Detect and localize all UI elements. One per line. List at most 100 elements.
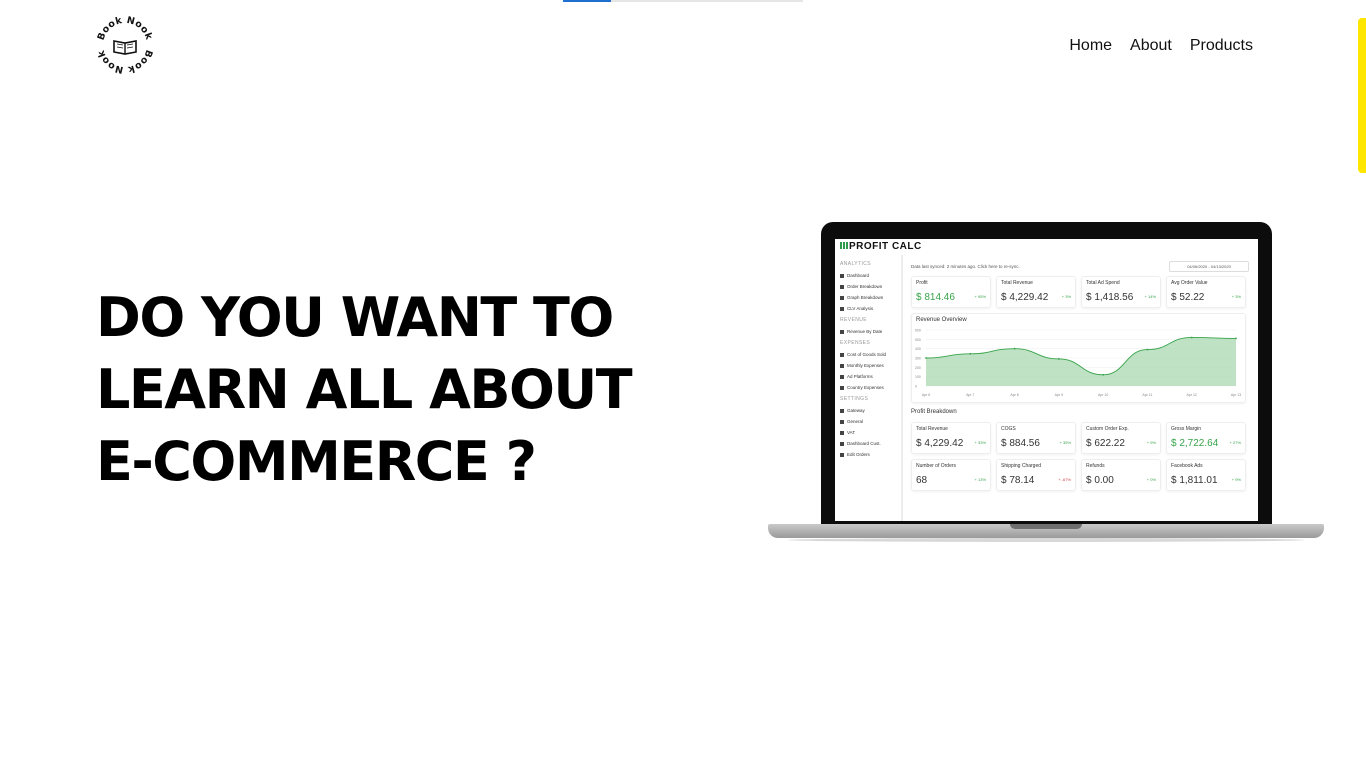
- metric-delta: + 14%: [1144, 294, 1156, 299]
- sidebar-item[interactable]: CLV Analysis: [840, 306, 901, 311]
- metric-value: $ 2,722.64: [1171, 438, 1219, 449]
- metric-label: Refunds: [1086, 463, 1105, 469]
- sidebar-item[interactable]: Graph Breakdown: [840, 295, 901, 300]
- revenue-point: [1057, 358, 1060, 360]
- dashboard-screenshot: PROFIT CALC ANALYTICS Dashboard Order Brea…: [835, 239, 1258, 521]
- metric-value: $ 78.14: [1001, 475, 1035, 486]
- metric-card: Number of Orders 68 + 13%: [911, 459, 991, 491]
- metric-delta: + 27%: [1229, 440, 1241, 445]
- menu-item-icon: [840, 273, 844, 278]
- menu-item-icon: [840, 385, 844, 390]
- revenue-point: [1102, 373, 1105, 376]
- nav-home-link[interactable]: Home: [1069, 37, 1112, 55]
- sidebar-item[interactable]: Country Expenses: [840, 385, 901, 390]
- menu-item-icon: [840, 306, 844, 311]
- metric-label: Number of Orders: [916, 463, 957, 469]
- revenue-point: [1235, 337, 1237, 340]
- profit-breakdown-title: Profit Breakdown: [911, 409, 957, 415]
- metric-value: $ 622.22: [1086, 438, 1125, 449]
- nav-about-link[interactable]: About: [1130, 37, 1172, 55]
- menu-item-icon: [840, 430, 844, 435]
- sidebar-item[interactable]: Order Breakdown: [840, 284, 901, 289]
- sidebar-item[interactable]: Dashboard: [840, 273, 901, 278]
- revenue-point: [1013, 347, 1016, 350]
- laptop-notch: [1010, 524, 1082, 529]
- sidebar-section-heading: EXPENSES: [840, 340, 901, 346]
- menu-item-icon: [840, 329, 844, 334]
- sidebar-label: Gateway: [847, 408, 865, 413]
- nav-products-link[interactable]: Products: [1190, 37, 1253, 55]
- x-tick-label: Apr 9: [1055, 393, 1063, 397]
- sidebar-item[interactable]: Cost of Goods Sold: [840, 352, 901, 357]
- sidebar-label: SETTINGS: [840, 396, 869, 402]
- sidebar-item[interactable]: Edit Orders: [840, 452, 901, 457]
- bar-chart-icon: [840, 242, 848, 249]
- revenue-point: [925, 357, 927, 359]
- x-tick-label: Apr 11: [1142, 393, 1152, 397]
- x-tick-label: Apr 13: [1231, 393, 1241, 397]
- svg-text:Book Nook: Book Nook: [96, 16, 154, 42]
- metric-label: Facebook Ads: [1171, 463, 1203, 469]
- sidebar-item[interactable]: Monthly Expenses: [840, 363, 901, 368]
- sidebar-label: VAT: [847, 430, 856, 435]
- metric-card: Total Revenue $ 4,229.42 + 33%: [911, 422, 991, 454]
- breakdown-cards-row-1: Total Revenue $ 4,229.42 + 33% COGS $ 884.56…: [911, 422, 1251, 454]
- menu-item-icon: [840, 284, 844, 289]
- x-tick-label: Apr 8: [1010, 393, 1018, 397]
- sidebar-label: Cost of Goods Sold: [847, 352, 887, 357]
- menu-item-icon: [840, 374, 844, 379]
- sidebar-item[interactable]: General: [840, 419, 901, 424]
- laptop-base: [768, 524, 1324, 538]
- y-tick-label: 100: [915, 375, 921, 379]
- metric-card: COGS $ 884.56 + 35%: [996, 422, 1076, 454]
- main-nav: Home About Products: [1069, 37, 1253, 55]
- metric-label: Total Revenue: [1001, 280, 1033, 286]
- scroll-indicator[interactable]: [1358, 18, 1366, 173]
- metric-card: Shipping Charged $ 78.14 + -67%: [996, 459, 1076, 491]
- sidebar-item[interactable]: Revenue By Date: [840, 329, 901, 334]
- metric-card: Total Revenue $ 4,229.42 + 3%: [996, 276, 1076, 308]
- sidebar-item[interactable]: Dashboard Cust.: [840, 441, 901, 446]
- kpi-cards: Profit $ 814.46 + 95% Total Revenue $ 4,229.…: [911, 276, 1251, 308]
- date-range-picker: 04/06/2020 - 04/13/2020: [1169, 261, 1249, 272]
- sidebar-label: Revenue By Date: [847, 329, 883, 334]
- sidebar-label: Dashboard Cust.: [847, 441, 881, 446]
- metric-value: $ 0.00: [1086, 475, 1114, 486]
- metric-delta: + 0%: [1146, 477, 1156, 482]
- sidebar-item[interactable]: Gateway: [840, 408, 901, 413]
- metric-delta: + 3%: [1231, 294, 1241, 299]
- metric-label: Total Ad Spend: [1086, 280, 1120, 286]
- metric-delta: + 9%: [1146, 440, 1156, 445]
- sidebar-label: Dashboard: [847, 273, 870, 278]
- metric-delta: + 95%: [974, 294, 986, 299]
- metric-card: Total Ad Spend $ 1,418.56 + 14%: [1081, 276, 1161, 308]
- metric-card: Profit $ 814.46 + 95%: [911, 276, 991, 308]
- app-title: PROFIT CALC: [840, 241, 922, 252]
- y-tick-label: 500: [915, 338, 921, 342]
- y-tick-label: 300: [915, 357, 921, 361]
- revenue-point: [1190, 336, 1193, 339]
- metric-label: Gross Margin: [1171, 426, 1202, 432]
- sidebar-label: EXPENSES: [840, 340, 871, 346]
- sidebar-item[interactable]: VAT: [840, 430, 901, 435]
- sidebar-item[interactable]: Ad Platforms: [840, 374, 901, 379]
- sidebar-label: General: [847, 419, 864, 424]
- metric-card: Gross Margin $ 2,722.64 + 27%: [1166, 422, 1246, 454]
- revenue-area: [926, 337, 1236, 386]
- metric-label: Total Revenue: [916, 426, 948, 432]
- sidebar-label: Ad Platforms: [847, 374, 873, 379]
- menu-item-icon: [840, 363, 844, 368]
- book-nook-logo[interactable]: Book Nook Book Nook: [96, 16, 154, 74]
- metric-card: Facebook Ads $ 1,811.01 + 9%: [1166, 459, 1246, 491]
- laptop-mockup-image: PROFIT CALC ANALYTICS Dashboard Order Brea…: [768, 222, 1324, 542]
- sidebar-label: Order Breakdown: [847, 284, 883, 289]
- metric-label: Profit: [916, 280, 928, 286]
- metric-value: $ 884.56: [1001, 438, 1040, 449]
- y-tick-label: 200: [915, 366, 921, 370]
- metric-label: COGS: [1001, 426, 1016, 432]
- metric-value: 68: [916, 475, 928, 486]
- menu-item-icon: [840, 352, 844, 357]
- metric-value: $ 814.46: [916, 292, 955, 303]
- metric-delta: + 13%: [974, 477, 986, 482]
- metric-value: $ 1,811.01: [1171, 475, 1218, 486]
